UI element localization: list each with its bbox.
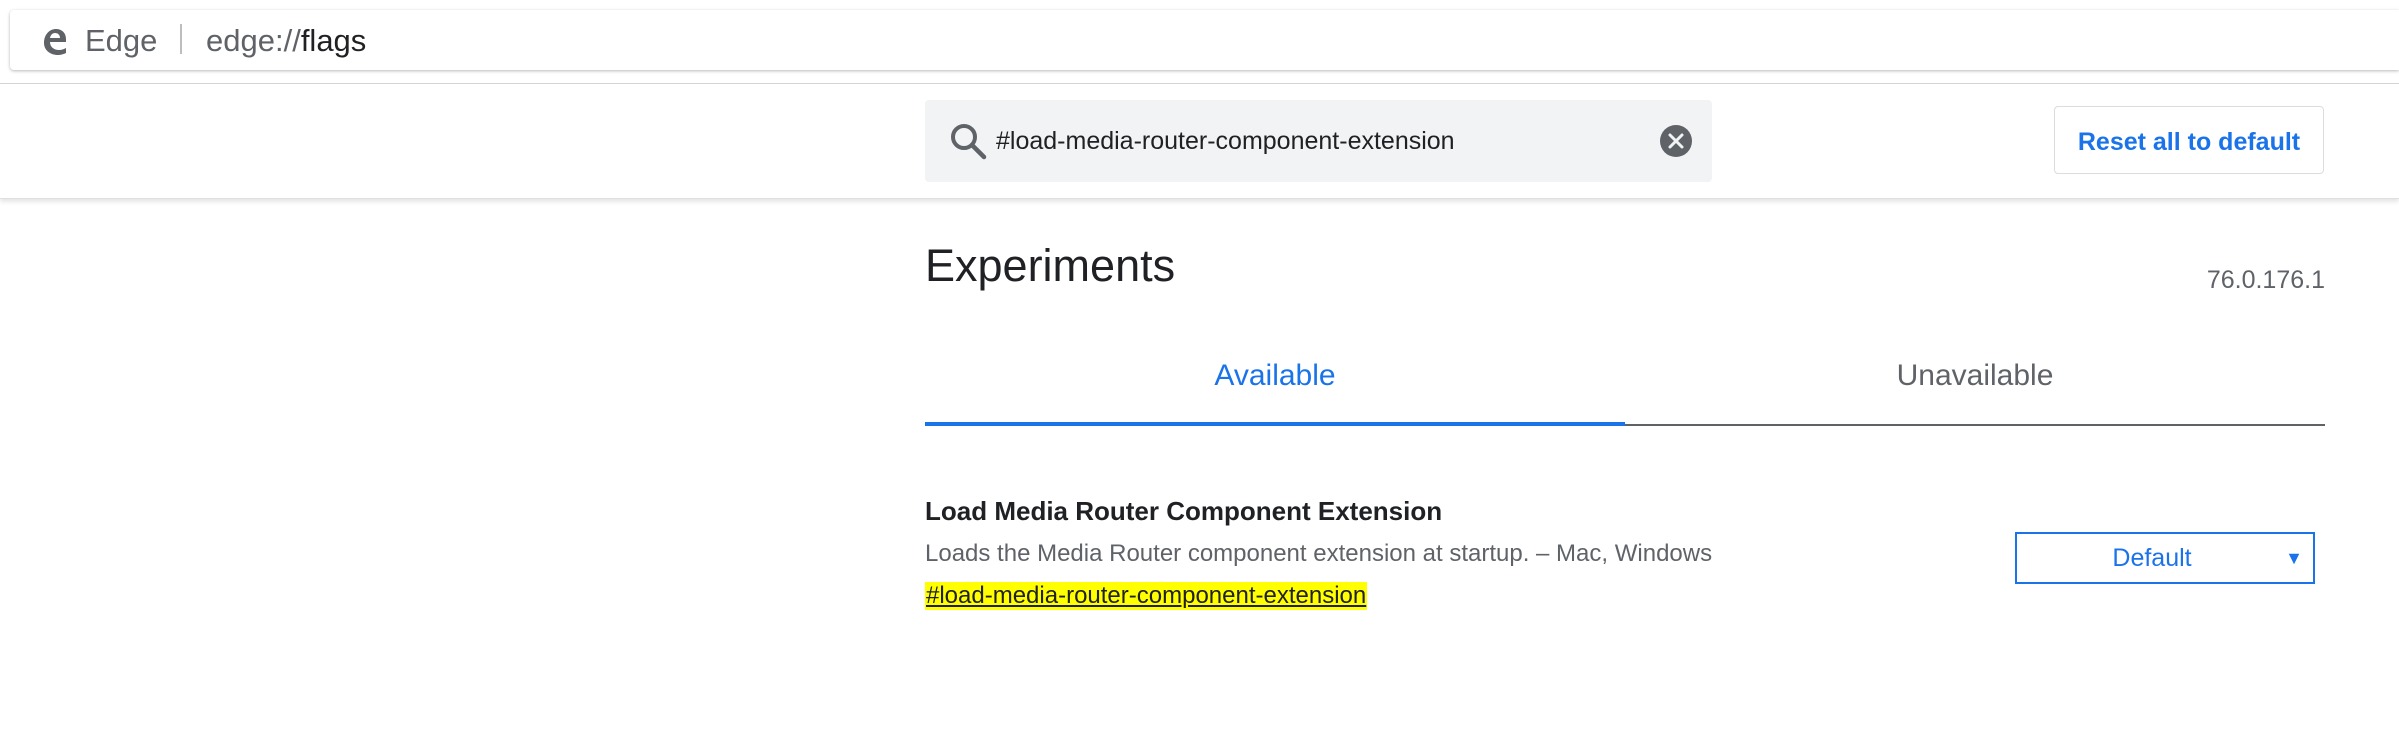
select-value: Default xyxy=(2112,544,2192,572)
reset-all-button[interactable]: Reset all to default xyxy=(2054,106,2324,174)
url-scheme: edge:// xyxy=(206,23,301,58)
experiment-description: Loads the Media Router component extensi… xyxy=(925,540,1713,567)
search-box[interactable] xyxy=(925,100,1712,182)
version-label: 76.0.176.1 xyxy=(2206,266,2325,294)
close-circle-icon[interactable] xyxy=(1659,124,1693,158)
experiment-item: Load Media Router Component Extension Lo… xyxy=(925,496,2325,626)
flags-header: Reset all to default xyxy=(0,84,2399,199)
address-bar[interactable]: Edge edge://flags xyxy=(10,10,2399,70)
experiment-title: Load Media Router Component Extension xyxy=(925,496,1443,526)
tab-unavailable[interactable]: Unavailable xyxy=(1625,340,2325,426)
url-text[interactable]: edge://flags xyxy=(206,25,366,57)
tab-bar: Available Unavailable xyxy=(925,340,2325,426)
edge-logo-icon xyxy=(44,29,66,55)
tab-available[interactable]: Available xyxy=(925,340,1625,426)
page-title: Experiments xyxy=(925,240,1176,291)
address-divider xyxy=(180,24,182,54)
search-input[interactable] xyxy=(996,118,1616,164)
experiment-permalink[interactable]: #load-media-router-component-extension xyxy=(925,582,1368,610)
experiment-state-select[interactable]: Default ▼ xyxy=(2015,532,2315,584)
url-path: flags xyxy=(300,23,367,58)
caret-down-icon: ▼ xyxy=(2285,548,2303,568)
search-icon xyxy=(951,124,987,160)
browser-name: Edge xyxy=(85,23,158,58)
